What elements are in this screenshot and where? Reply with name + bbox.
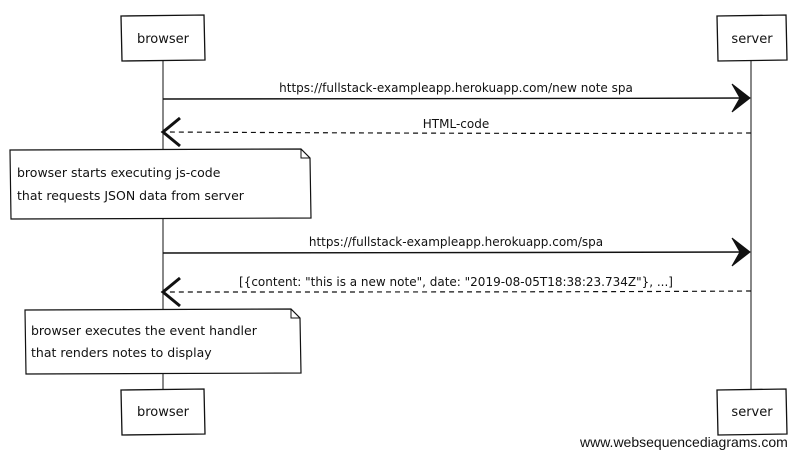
actor-server-bottom: server — [716, 388, 788, 436]
actor-browser-bottom: browser — [120, 388, 206, 436]
message-4: [{content: "this is a new note", date: "… — [160, 275, 752, 308]
note-1: browser starts executing js-code that re… — [9, 148, 312, 220]
actor-server-top: server — [716, 14, 788, 62]
message-2-line — [165, 131, 752, 135]
watermark-link[interactable]: www.websequencediagrams.com — [580, 434, 788, 450]
actor-server-top-label: server — [731, 32, 773, 47]
message-1-line — [162, 97, 749, 100]
actor-browser-top: browser — [120, 14, 206, 62]
message-1: https://fullstack-exampleapp.herokuapp.c… — [162, 81, 751, 113]
note-2: browser executes the event handler that … — [24, 308, 302, 375]
message-4-line — [165, 290, 752, 293]
note-2-line-2: that renders notes to display — [31, 345, 212, 360]
message-3-line — [162, 251, 749, 254]
message-3-label: https://fullstack-exampleapp.herokuapp.c… — [309, 235, 603, 249]
note-2-line-1: browser executes the event handler — [31, 323, 258, 338]
message-3: https://fullstack-exampleapp.herokuapp.c… — [162, 235, 751, 267]
note-1-line-2: that requests JSON data from server — [17, 188, 245, 203]
message-4-label: [{content: "this is a new note", date: "… — [239, 275, 673, 289]
note-1-line-1: browser starts executing js-code — [17, 165, 221, 180]
message-2-label: HTML-code — [423, 117, 489, 131]
actor-server-bottom-label: server — [731, 405, 773, 420]
message-2: HTML-code — [160, 116, 752, 148]
sequence-diagram: browser server https://fullstack-example… — [9, 14, 788, 436]
actor-browser-bottom-label: browser — [137, 405, 190, 420]
actor-browser-top-label: browser — [137, 32, 190, 47]
message-1-label: https://fullstack-exampleapp.herokuapp.c… — [279, 81, 633, 95]
